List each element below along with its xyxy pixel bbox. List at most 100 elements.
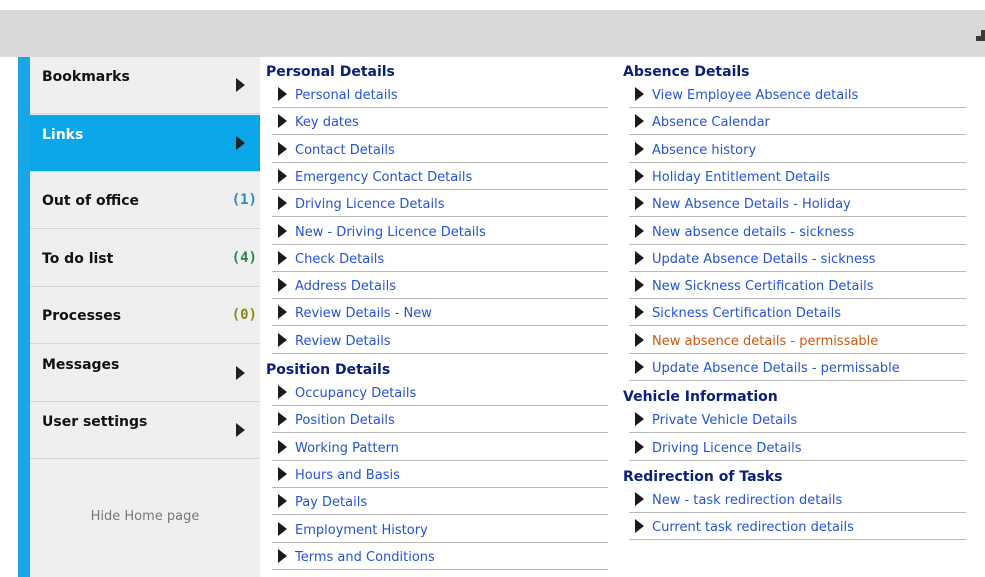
link-label: Emergency Contact Details <box>295 169 473 185</box>
sidebar-item-label: Processes <box>42 308 122 324</box>
link-holiday-entitlement-details[interactable]: Holiday Entitlement Details <box>629 163 966 190</box>
triangle-right-icon <box>278 439 287 454</box>
link-occupancy-details[interactable]: Occupancy Details <box>272 379 608 406</box>
link-new-driving-licence-details[interactable]: New - Driving Licence Details <box>272 218 608 245</box>
triangle-right-icon <box>635 412 644 427</box>
link-label: Key dates <box>295 115 359 131</box>
link-update-absence-details-permissable[interactable]: Update Absence Details - permissable <box>629 354 966 381</box>
link-working-pattern[interactable]: Working Pattern <box>272 434 608 461</box>
link-personal-details[interactable]: Personal details <box>272 81 608 108</box>
section-title-absence-details: Absence Details <box>623 64 750 80</box>
triangle-right-icon <box>635 519 644 534</box>
link-label: Employment History <box>295 522 428 538</box>
link-private-vehicle-details[interactable]: Private Vehicle Details <box>629 406 966 434</box>
sidebar-item-out-of-office[interactable]: Out of office (1) <box>30 172 260 229</box>
top-bar <box>0 0 985 57</box>
chevron-right-icon <box>236 423 245 437</box>
sidebar: User settings Messages Processes (0) To do l… <box>30 57 260 577</box>
sidebar-item-messages[interactable]: Messages <box>30 344 260 402</box>
section-title-position-details: Position Details <box>266 362 391 378</box>
link-driving-licence-details[interactable]: Driving Licence Details <box>629 434 966 461</box>
link-label: Review Details - New <box>295 306 432 322</box>
link-current-task-redirection-details[interactable]: Current task redirection details <box>629 513 966 541</box>
link-new-task-redirection-details[interactable]: New - task redirection details <box>629 486 966 513</box>
triangle-right-icon <box>278 223 287 238</box>
link-hours-and-basis[interactable]: Hours and Basis <box>272 461 608 488</box>
triangle-right-icon <box>635 491 644 506</box>
section-title-redirection-of-tasks: Redirection of Tasks <box>623 468 783 485</box>
link-key-dates[interactable]: Key dates <box>272 108 608 136</box>
sidebar-item-label: Out of office <box>42 193 140 209</box>
link-label: Sickness Certification Details <box>652 306 841 322</box>
link-label: Update Absence Details - sickness <box>652 251 876 267</box>
link-terms-and-conditions[interactable]: Terms and Conditions <box>272 543 608 570</box>
chevron-right-icon <box>236 365 245 380</box>
triangle-right-icon <box>278 466 287 481</box>
triangle-right-icon <box>635 141 644 156</box>
link-label: Holiday Entitlement Details <box>652 169 831 185</box>
link-new-absence-details-holiday[interactable]: New Absence Details - Holiday <box>629 190 966 218</box>
sidebar-item-processes[interactable]: Processes (0) <box>30 287 260 344</box>
link-new-absence-details-sickness[interactable]: New absence details - sickness <box>629 218 966 245</box>
link-label: Terms and Conditions <box>295 549 435 565</box>
sidebar-item-label: User settings <box>42 414 148 430</box>
link-label: Private Vehicle Details <box>652 413 798 429</box>
link-new-sickness-certification-details[interactable]: New Sickness Certification Details <box>629 272 966 300</box>
link-review-details[interactable]: Review Details <box>272 327 608 354</box>
section-title-personal-details: Personal Details <box>266 64 395 80</box>
link-sickness-certification-details[interactable]: Sickness Certification Details <box>629 299 966 327</box>
link-contact-details[interactable]: Contact Details <box>272 136 608 163</box>
top-band <box>0 10 985 57</box>
triangle-right-icon <box>278 168 287 183</box>
link-label: Personal details <box>295 88 398 103</box>
link-new-absence-details-permissable[interactable]: New absence details - permissable <box>629 327 966 354</box>
sidebar-item-links[interactable]: Links <box>30 114 260 172</box>
link-label: New Sickness Certification Details <box>652 279 874 295</box>
triangle-right-icon <box>635 332 644 347</box>
link-label: Driving Licence Details <box>652 440 802 456</box>
link-driving-licence-details[interactable]: Driving Licence Details <box>272 190 608 218</box>
triangle-right-icon <box>635 250 644 265</box>
triangle-right-icon <box>278 305 287 320</box>
sidebar-item-bookmarks[interactable]: Bookmarks <box>30 57 260 114</box>
link-address-details[interactable]: Address Details <box>272 272 608 300</box>
triangle-right-icon <box>278 521 287 536</box>
link-label: Hours and Basis <box>295 467 400 483</box>
link-pay-details[interactable]: Pay Details <box>272 488 608 516</box>
sidebar-item-user-settings[interactable]: User settings <box>30 402 260 459</box>
link-review-details-new[interactable]: Review Details - New <box>272 299 608 327</box>
triangle-right-icon <box>278 494 287 509</box>
triangle-right-icon <box>278 548 287 563</box>
count-badge: (4) <box>231 249 257 266</box>
link-employment-history[interactable]: Employment History <box>272 516 608 543</box>
link-label: Working Pattern <box>295 440 399 456</box>
section-title-vehicle-information: Vehicle Information <box>623 389 778 406</box>
count-badge: (0) <box>231 307 257 323</box>
link-label: New Absence Details - Holiday <box>652 197 851 213</box>
link-check-details[interactable]: Check Details <box>272 245 608 272</box>
link-update-absence-details-sickness[interactable]: Update Absence Details - sickness <box>629 245 966 272</box>
link-label: Pay Details <box>295 495 368 511</box>
triangle-right-icon <box>278 114 287 129</box>
sidebar-item-label: Links <box>42 126 84 143</box>
link-label: Absence Calendar <box>652 115 770 131</box>
link-label: Check Details <box>295 251 385 267</box>
link-label: Review Details <box>295 333 391 349</box>
triangle-right-icon <box>635 223 644 238</box>
toolbar-icon[interactable] <box>976 30 985 47</box>
count-badge: (1) <box>231 192 257 208</box>
link-absence-history[interactable]: Absence history <box>629 136 966 163</box>
link-emergency-contact-details[interactable]: Emergency Contact Details <box>272 163 608 190</box>
link-label: Current task redirection details <box>652 520 854 536</box>
link-label: Position Details <box>295 413 395 429</box>
sidebar-item-to-do-list[interactable]: To do list (4) <box>30 229 260 287</box>
link-position-details[interactable]: Position Details <box>272 406 608 434</box>
link-absence-calendar[interactable]: Absence Calendar <box>629 108 966 136</box>
triangle-right-icon <box>635 278 644 293</box>
link-label: New - task redirection details <box>652 492 843 508</box>
triangle-right-icon <box>278 196 287 211</box>
chevron-right-icon <box>236 78 245 92</box>
link-view-employee-absence-details[interactable]: View Employee Absence details <box>629 81 966 108</box>
hide-home-page-link[interactable]: Hide Home page <box>30 509 260 524</box>
link-label: Contact Details <box>295 142 395 158</box>
